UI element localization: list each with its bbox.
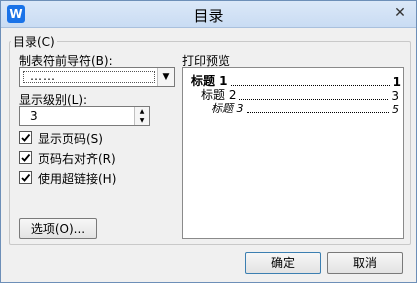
checkmark-icon bbox=[21, 173, 31, 182]
leader-dropdown[interactable]: …… ▼ bbox=[19, 67, 175, 87]
right-align-checkbox[interactable] bbox=[19, 151, 32, 164]
show-page-numbers-checkbox[interactable] bbox=[19, 131, 32, 144]
levels-spinner[interactable]: 3 ▲ ▼ bbox=[19, 106, 150, 126]
toc-dialog: W 目录 ✕ 目录(C) 制表符前导符(B): …… ▼ 显示级别(L): 3 … bbox=[0, 0, 417, 283]
right-align-label[interactable]: 页码右对齐(R) bbox=[38, 150, 116, 167]
chevron-down-icon[interactable]: ▼ bbox=[157, 68, 174, 86]
close-icon[interactable]: ✕ bbox=[392, 6, 408, 22]
toc-entry-page: 5 bbox=[392, 103, 399, 116]
spin-down-icon[interactable]: ▼ bbox=[135, 116, 149, 125]
dialog-title: 目录 bbox=[193, 7, 224, 25]
levels-value: 3 bbox=[30, 109, 38, 123]
cancel-button[interactable]: 取消 bbox=[327, 252, 403, 274]
checkmark-icon bbox=[21, 153, 31, 162]
spin-up-icon[interactable]: ▲ bbox=[135, 107, 149, 116]
show-page-numbers-label[interactable]: 显示页码(S) bbox=[38, 130, 103, 147]
toc-entry-level-3: 标题 3 5 bbox=[211, 100, 399, 116]
hyperlink-label[interactable]: 使用超链接(H) bbox=[38, 170, 116, 187]
print-preview: 标题 1 1 标题 2 3 标题 3 5 bbox=[182, 67, 404, 239]
checkmark-icon bbox=[21, 133, 31, 142]
leader-value: …… bbox=[30, 69, 56, 83]
toc-entry-title: 标题 3 bbox=[211, 102, 244, 115]
toc-group-label: 目录(C) bbox=[11, 33, 57, 50]
ok-button[interactable]: 确定 bbox=[245, 252, 321, 274]
hyperlink-checkbox[interactable] bbox=[19, 171, 32, 184]
toc-leader-dots bbox=[246, 111, 389, 113]
options-button[interactable]: 选项(O)... bbox=[19, 218, 97, 239]
title-bar: W 目录 ✕ bbox=[1, 1, 416, 28]
